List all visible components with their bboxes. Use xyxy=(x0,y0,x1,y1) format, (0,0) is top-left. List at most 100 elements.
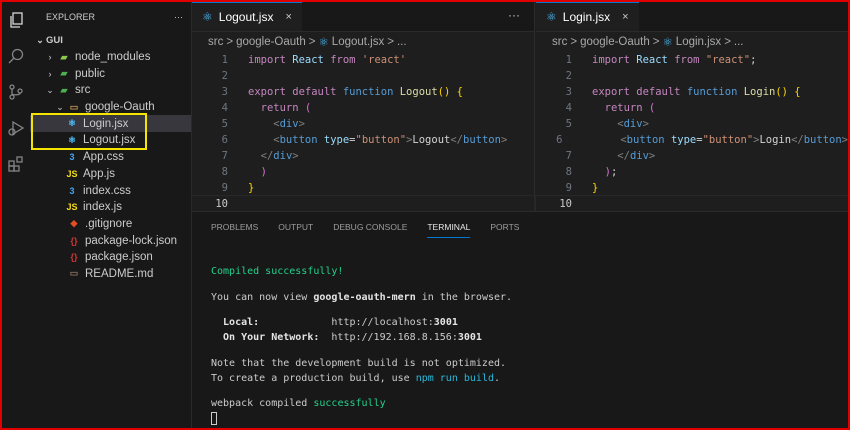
tree-item[interactable]: 3 App.css xyxy=(30,149,191,166)
breadcrumb-item[interactable]: ... xyxy=(734,36,744,48)
tab-login-jsx[interactable]: ⚛ Login.jsx × xyxy=(536,2,639,31)
folder-file-icon: ▭ xyxy=(69,101,79,112)
terminal-text: successfully xyxy=(313,398,386,409)
code-token: () { xyxy=(775,86,801,98)
code-token: </ xyxy=(450,134,463,146)
chevron-down-icon: ⌄ xyxy=(36,34,44,45)
terminal-text: webpack compiled xyxy=(211,398,314,409)
tree-item-label: package-lock.json xyxy=(85,234,178,247)
tree-item[interactable]: {} package.json xyxy=(30,249,191,266)
tree-item[interactable]: {} package-lock.json xyxy=(30,232,191,249)
breadcrumb-item[interactable]: google-Oauth xyxy=(580,36,650,48)
editor-actions-button[interactable]: ··· xyxy=(494,2,534,31)
code-editor[interactable]: 1 import React from 'react' 2 3 export defau… xyxy=(191,52,535,213)
terminal-text: google-oauth-mern xyxy=(313,291,416,303)
tree-item[interactable]: › ▰ node_modules xyxy=(30,49,191,66)
breadcrumb-separator: > xyxy=(387,36,394,48)
code-line: 1 import React from "react"; xyxy=(536,52,848,68)
panel-tab-terminal[interactable]: TERMINAL xyxy=(427,217,471,238)
breadcrumb-separator: > xyxy=(652,36,660,48)
breadcrumb-item[interactable]: google-Oauth xyxy=(236,36,306,48)
line-number: 8 xyxy=(221,166,228,178)
tree-item[interactable]: › ▰ public xyxy=(30,65,191,82)
code-line: 10 xyxy=(191,195,535,213)
code-token: from xyxy=(674,54,706,66)
terminal-text: http://192.168.8.156: xyxy=(319,332,458,343)
terminal-text: You can now view xyxy=(211,291,314,303)
editor-login: ⚛ Login.jsx × src > google-Oauth > ⚛ Login.jsx >.… xyxy=(535,2,849,213)
breadcrumb-item[interactable]: src xyxy=(552,36,567,48)
code-token: Logout xyxy=(399,86,438,98)
tree-item[interactable]: ⌄ ▰ src xyxy=(30,82,191,99)
code-token: ) xyxy=(248,166,267,178)
close-icon[interactable]: × xyxy=(285,11,291,23)
line-number: 2 xyxy=(221,70,228,82)
code-line: 6 < button type = "button" > Login </button > xyxy=(536,132,848,148)
code-token: return xyxy=(592,102,649,114)
breadcrumb-item[interactable]: Logout.jsx xyxy=(332,36,384,48)
close-icon[interactable]: × xyxy=(622,11,628,23)
terminal-line: webpack compiled successfully xyxy=(211,396,829,411)
terminal[interactable]: Compiled successfully! You can now view g… xyxy=(192,242,848,426)
react-icon: ⚛ xyxy=(546,10,557,24)
code-token: div xyxy=(279,118,299,130)
panel-tab-ports[interactable]: PORTS xyxy=(490,222,519,232)
code-token: import xyxy=(592,54,637,66)
explorer-icon[interactable] xyxy=(2,2,30,38)
terminal-text: 3001 xyxy=(433,317,458,328)
terminal-text: Compiled successfully! xyxy=(211,266,344,277)
search-icon[interactable] xyxy=(2,38,30,74)
code-token: 'react' xyxy=(361,54,407,66)
code-token: < xyxy=(592,118,624,130)
code-line: 7 </div > xyxy=(536,148,848,164)
folder-node-file-icon: ▰ xyxy=(60,51,68,62)
tree-item-label: index.js xyxy=(83,201,122,214)
tab-logout-jsx[interactable]: ⚛ Logout.jsx × xyxy=(192,2,302,31)
code-token: div xyxy=(629,150,649,162)
tree-item[interactable]: ◆ .gitignore xyxy=(30,216,191,233)
tree-item[interactable]: JS App.js xyxy=(30,166,191,183)
extensions-icon[interactable] xyxy=(2,146,30,182)
code-line: 6 < button type = "button" > Logout </button > xyxy=(192,132,534,148)
terminal-text: npm run build xyxy=(415,372,494,384)
panel-tab-debug-console[interactable]: DEBUG CONSOLE xyxy=(333,222,407,232)
breadcrumb-item[interactable]: Login.jsx xyxy=(676,36,721,48)
git-file-icon: ◆ xyxy=(70,218,78,229)
code-token: button xyxy=(626,134,671,146)
terminal-line: On Your Network: http://192.168.8.156: 30… xyxy=(211,330,829,345)
line-number: 1 xyxy=(565,54,572,66)
run-debug-icon[interactable] xyxy=(2,110,30,146)
code-editor[interactable]: 1 import React from "react"; 2 3 export defa… xyxy=(535,52,849,213)
code-token: "react" xyxy=(705,54,751,66)
code-line: 9} xyxy=(192,180,534,196)
annotation-box xyxy=(31,113,147,150)
tree-item[interactable]: JS index.js xyxy=(30,199,191,216)
source-control-icon[interactable] xyxy=(2,74,30,110)
tree-item[interactable]: ▭ README.md xyxy=(30,266,191,283)
code-token: function xyxy=(686,86,744,98)
code-token: div xyxy=(273,150,293,162)
code-token: () { xyxy=(437,86,463,98)
terminal-text: Local: xyxy=(211,317,260,328)
panel-tab-output[interactable]: OUTPUT xyxy=(278,222,313,232)
panel-tab-problems[interactable]: PROBLEMS xyxy=(211,222,258,232)
tree-item[interactable]: 3 index.css xyxy=(30,182,191,199)
tab-bar: ⚛ Login.jsx × xyxy=(536,2,848,32)
code-token: </ xyxy=(248,150,274,162)
code-token: type xyxy=(670,134,697,146)
terminal-line: Local: http://localhost: 3001 xyxy=(211,315,829,330)
tree-item-label: google-Oauth xyxy=(85,101,155,114)
terminal-text: On Your Network: xyxy=(211,332,320,343)
editor-logout: ⚛ Logout.jsx × ··· src > google-Oauth > ⚛ Logout.… xyxy=(191,2,535,213)
code-token: function xyxy=(342,86,400,98)
terminal-text: To create a production build, use xyxy=(211,372,416,384)
workspace-root[interactable]: ⌄ GUI xyxy=(30,32,191,49)
json-file-icon: {} xyxy=(70,235,78,246)
breadcrumb-item[interactable]: ... xyxy=(397,36,407,48)
code-token: button xyxy=(279,134,324,146)
more-actions-button[interactable]: ··· xyxy=(174,12,183,22)
breadcrumb-item[interactable]: src xyxy=(208,36,223,48)
explorer-sidebar: EXPLORER ··· ⌄ GUI › ▰ node_modules › ▰ public ⌄… xyxy=(30,2,192,428)
